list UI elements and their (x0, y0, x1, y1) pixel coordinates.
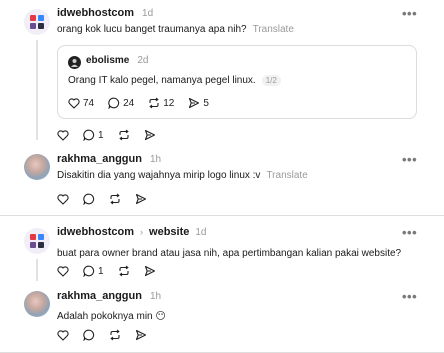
person-icon (71, 59, 78, 67)
repost-button[interactable]: 12 (148, 97, 174, 109)
share-button[interactable] (144, 129, 156, 141)
idwebhost-logo-icon (30, 15, 44, 29)
avatar[interactable] (24, 291, 50, 317)
username[interactable]: idwebhostcom (57, 7, 134, 19)
comment-button[interactable] (83, 329, 95, 341)
timestamp[interactable]: 1d (195, 227, 206, 238)
post-text: buat para owner brand atau jasa nih, apa… (57, 248, 402, 259)
idwebhost-logo-icon (30, 234, 44, 248)
repost-icon (118, 129, 129, 141)
thread-line (36, 259, 38, 281)
post-text: Disakitin dia yang wajahnya mirip logo l… (57, 170, 261, 181)
like-button[interactable] (57, 329, 69, 341)
comment-icon (83, 265, 95, 277)
page-indicator: 1/2 (261, 75, 281, 86)
thread-line (36, 40, 38, 140)
comment-button[interactable]: 24 (108, 97, 134, 109)
comment-button[interactable]: 1 (83, 265, 104, 277)
share-count: 5 (203, 97, 209, 109)
send-icon (135, 329, 147, 341)
heart-icon (68, 97, 80, 109)
reply-count: 1 (98, 129, 104, 141)
username[interactable]: idwebhostcom (57, 226, 134, 238)
repost-icon (149, 97, 159, 109)
repost-icon (110, 193, 120, 205)
avatar[interactable] (24, 228, 50, 254)
like-button[interactable] (57, 129, 69, 141)
more-options-icon[interactable]: ••• (402, 152, 417, 167)
avatar[interactable] (68, 56, 81, 69)
avatar[interactable] (24, 9, 50, 35)
repost-icon (110, 329, 120, 341)
share-button[interactable] (135, 193, 147, 205)
timestamp[interactable]: 1h (150, 154, 161, 165)
reply-count: 1 (98, 265, 104, 277)
heart-icon (57, 129, 69, 141)
heart-icon (57, 329, 69, 341)
comment-button[interactable] (83, 193, 95, 205)
timestamp[interactable]: 2d (137, 55, 148, 66)
chevron-right-icon: › (140, 227, 144, 237)
post-text: orang kok lucu banget traumanya apa nih? (57, 24, 247, 35)
comment-count: 24 (123, 97, 135, 109)
repost-icon (118, 265, 129, 277)
share-button[interactable] (135, 329, 147, 341)
thread-divider (0, 215, 444, 216)
repost-button[interactable] (118, 129, 130, 141)
translate-link[interactable]: Translate (253, 24, 294, 35)
comment-icon (83, 129, 95, 141)
share-button[interactable]: 5 (188, 97, 209, 109)
comment-icon (83, 193, 95, 205)
comment-icon (108, 97, 120, 109)
post-text: Adalah pokoknya min 😶 (57, 311, 166, 322)
send-icon (144, 265, 155, 277)
repost-button[interactable] (118, 265, 130, 277)
more-options-icon[interactable]: ••• (402, 289, 417, 304)
comment-button[interactable]: 1 (83, 129, 104, 141)
repost-count: 12 (163, 97, 175, 109)
comment-icon (83, 329, 95, 341)
heart-icon (57, 265, 69, 277)
repost-button[interactable] (109, 329, 121, 341)
like-count: 74 (83, 97, 95, 109)
avatar[interactable] (24, 154, 50, 180)
like-button[interactable] (57, 193, 69, 205)
reply-to-topic[interactable]: website (149, 226, 189, 238)
more-options-icon[interactable]: ••• (402, 6, 417, 21)
quoted-post-text: Orang IT kalo pegel, namanya pegel linux… (68, 75, 256, 86)
repost-button[interactable] (109, 193, 121, 205)
heart-icon (57, 193, 69, 205)
send-icon (135, 193, 147, 205)
timestamp[interactable]: 1h (150, 291, 161, 302)
share-button[interactable] (144, 265, 156, 277)
more-options-icon[interactable]: ••• (402, 225, 417, 240)
quoted-post-card[interactable]: ebolisme 2d Orang IT kalo pegel, namanya… (57, 45, 417, 119)
username[interactable]: rakhma_anggun (57, 290, 142, 302)
send-icon (189, 97, 200, 109)
like-button[interactable]: 74 (68, 98, 94, 109)
username[interactable]: rakhma_anggun (57, 153, 142, 165)
send-icon (144, 129, 155, 141)
timestamp[interactable]: 1d (142, 8, 153, 19)
like-button[interactable] (57, 265, 69, 277)
translate-link[interactable]: Translate (266, 170, 307, 181)
username[interactable]: ebolisme (86, 55, 129, 66)
